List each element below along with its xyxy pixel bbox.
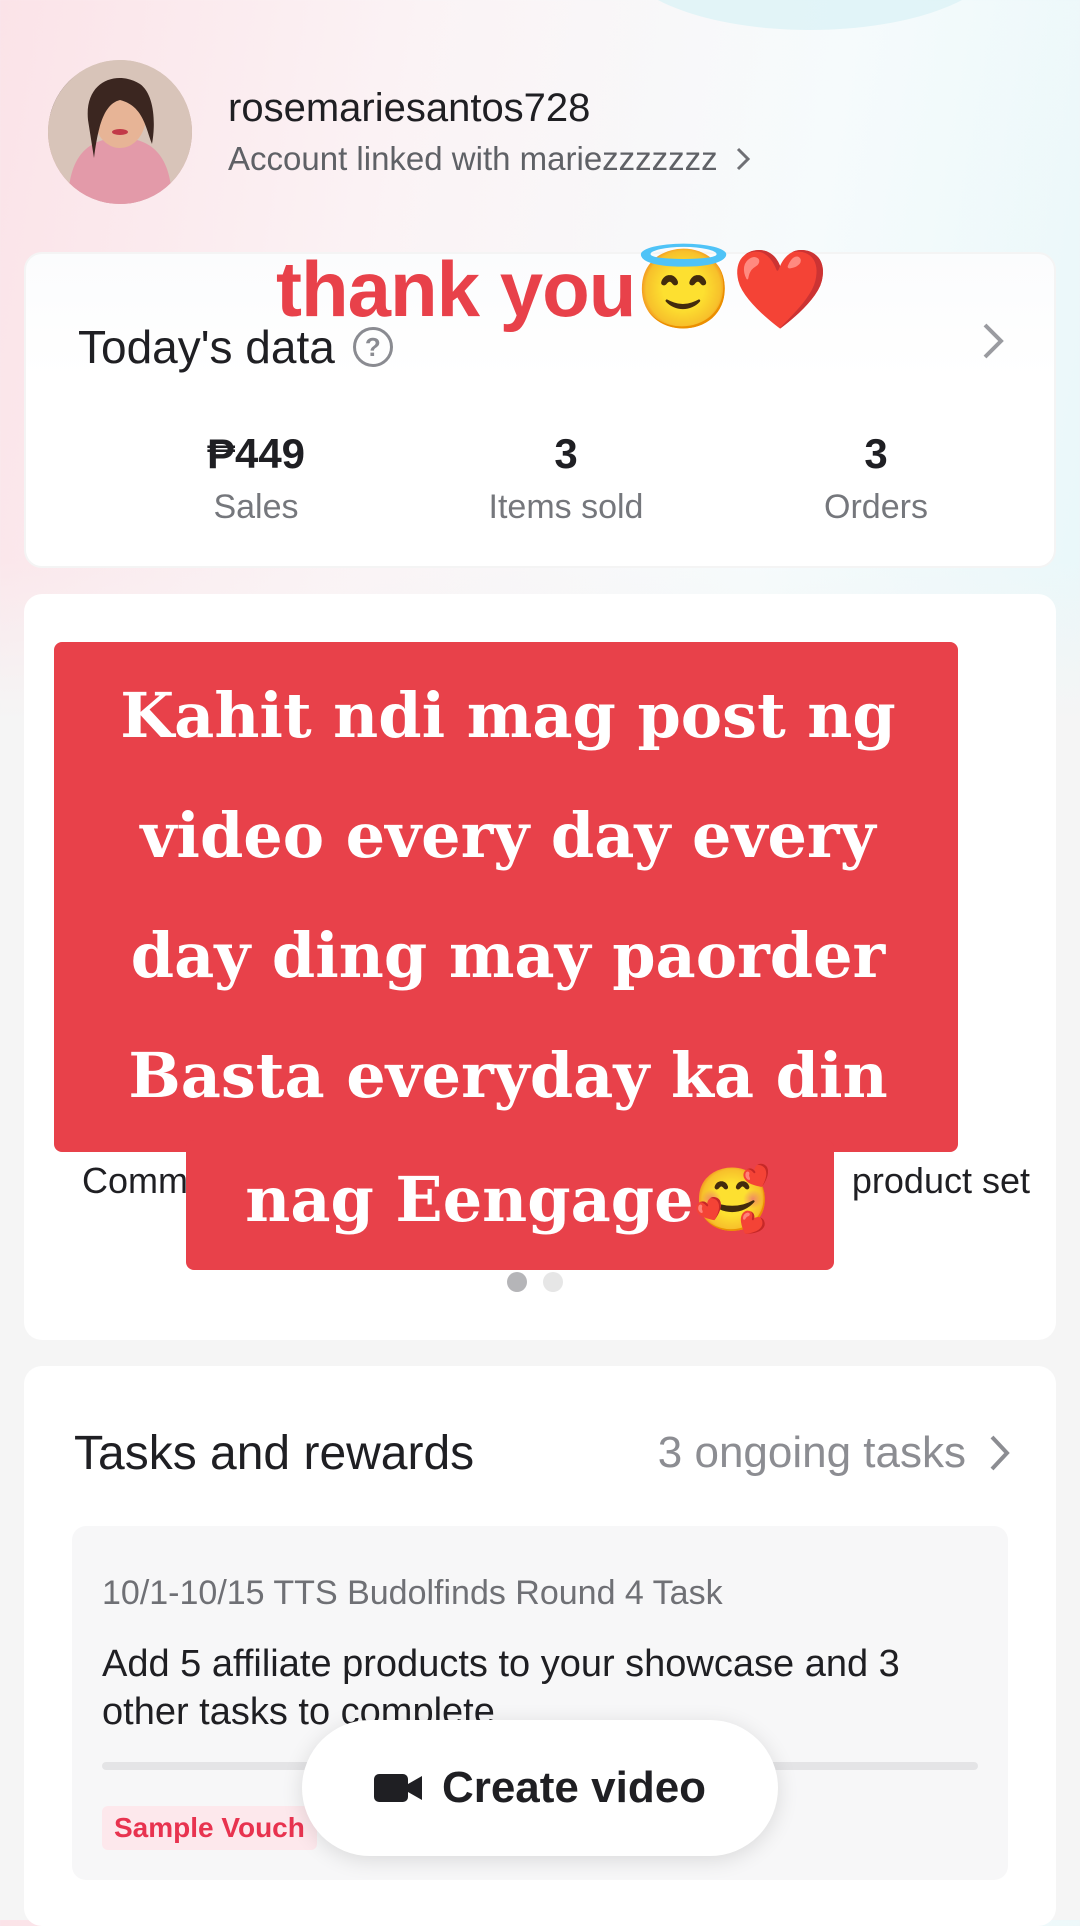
avatar[interactable] — [48, 60, 192, 204]
chevron-right-icon — [736, 147, 750, 171]
stat-items-sold: 3 Items sold — [436, 430, 696, 527]
avatar-image — [48, 60, 192, 204]
ongoing-tasks-label: 3 ongoing tasks — [657, 1428, 966, 1477]
chevron-right-icon — [990, 1435, 1010, 1471]
caption-line: video every day every — [140, 799, 876, 872]
video-camera-icon — [373, 1774, 422, 1802]
stat-label: Items sold — [488, 488, 644, 526]
carousel-dot-active[interactable] — [507, 1272, 527, 1292]
stat-value: ₱449 — [206, 430, 306, 477]
stat-value: 3 — [554, 430, 578, 477]
username: rosemariesantos728 — [228, 86, 591, 130]
caption-line: nag Eengage🥰 — [245, 1163, 771, 1236]
task-subtitle: 10/1-10/15 TTS Budolfinds Round 4 Task — [102, 1574, 723, 1612]
tasks-title: Tasks and rewards — [74, 1427, 475, 1480]
stat-sales: ₱449 Sales — [126, 430, 386, 527]
linked-account-label: Account linked with mariezzzzzzz — [228, 140, 718, 177]
stat-label: Orders — [824, 488, 928, 526]
create-video-button[interactable]: Create video — [302, 1720, 778, 1856]
chevron-right-icon[interactable] — [980, 320, 1006, 362]
caption-line: day ding may paorder — [130, 919, 886, 992]
carousel-dot[interactable] — [543, 1272, 563, 1292]
stat-label: Sales — [213, 488, 299, 526]
create-video-label: Create video — [441, 1763, 707, 1812]
linked-account-link[interactable]: Account linked with mariezzzzzzz — [228, 140, 752, 178]
overlay-thank-you-text: thank you😇❤️ — [276, 245, 829, 333]
carousel-dots — [507, 1272, 563, 1292]
caption-line: Kahit ndi mag post ng — [120, 679, 896, 752]
stat-value: 3 — [864, 430, 888, 477]
background-bubble — [620, 0, 1000, 30]
voucher-badge: Sample Vouch — [102, 1806, 317, 1850]
stat-orders: 3 Orders — [746, 430, 1006, 527]
caption-line: Basta everyday ka din — [128, 1039, 888, 1112]
ongoing-tasks-link[interactable]: 3 ongoing tasks — [658, 1428, 1012, 1478]
